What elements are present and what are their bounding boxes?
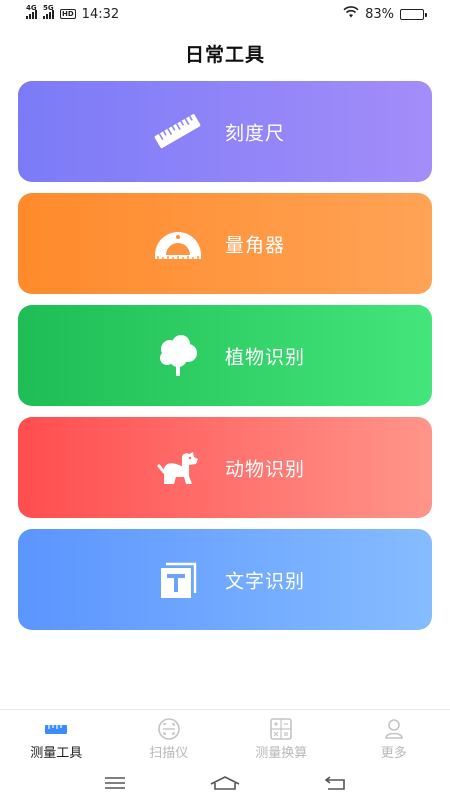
system-navigation-bar (0, 765, 450, 800)
tab-measure-tools-label: 测量工具 (30, 746, 83, 761)
battery-icon (400, 8, 427, 20)
tab-unit-conversion-label: 测量换算 (255, 746, 308, 761)
home-icon[interactable] (210, 772, 240, 794)
tool-list: 刻度尺 量角器 植物识别 动物识别 文字识别 (18, 81, 432, 641)
menu-icon[interactable] (100, 772, 130, 794)
tab-measure-tools[interactable]: 测量工具 (0, 710, 113, 765)
text-recognition-card[interactable]: 文字识别 (18, 529, 432, 630)
protractor-tool-label: 量角器 (225, 234, 286, 256)
animal-recognition-label: 动物识别 (225, 458, 306, 480)
ruler-tool-card[interactable]: 刻度尺 (18, 81, 432, 182)
tree-icon (152, 330, 204, 382)
status-left: 4G 5G HD 14:32 (26, 4, 120, 22)
battery-percent: 83% (365, 6, 394, 22)
tab-unit-conversion[interactable]: 测量换算 (225, 710, 338, 765)
back-icon[interactable] (320, 772, 350, 794)
plant-recognition-card[interactable]: 植物识别 (18, 305, 432, 406)
status-bar: 4G 5G HD 14:32 83% (0, 0, 450, 28)
network-5g-label: 5G (43, 4, 54, 12)
wifi-icon (343, 6, 359, 22)
protractor-tool-card[interactable]: 量角器 (18, 193, 432, 294)
network-4g-label: 4G (26, 4, 37, 12)
dog-icon (152, 442, 204, 494)
scanner-icon (156, 718, 182, 740)
calculator-icon (268, 718, 294, 740)
animal-recognition-card[interactable]: 动物识别 (18, 417, 432, 518)
person-icon (381, 718, 407, 740)
tab-scanner-label: 扫描仪 (149, 746, 189, 761)
status-right: 83% (343, 6, 427, 22)
cell-signal-5g-icon: 5G (43, 4, 54, 19)
cell-signal-icon: 4G (26, 4, 37, 19)
page-title: 日常工具 (184, 44, 265, 66)
ruler-icon (152, 106, 204, 158)
ruler-tool-label: 刻度尺 (225, 122, 286, 144)
ruler-tab-icon (43, 718, 69, 740)
clock: 14:32 (81, 6, 120, 22)
tab-more[interactable]: 更多 (338, 710, 450, 765)
text-recognition-label: 文字识别 (225, 570, 306, 592)
tab-more-label: 更多 (380, 746, 407, 761)
text-recognition-icon (152, 554, 204, 606)
tab-scanner[interactable]: 扫描仪 (113, 710, 226, 765)
bottom-tab-bar: 测量工具 扫描仪 测量换算 更多 (0, 709, 450, 765)
plant-recognition-label: 植物识别 (225, 346, 306, 368)
protractor-icon (152, 218, 204, 270)
hd-badge: HD (60, 9, 76, 19)
